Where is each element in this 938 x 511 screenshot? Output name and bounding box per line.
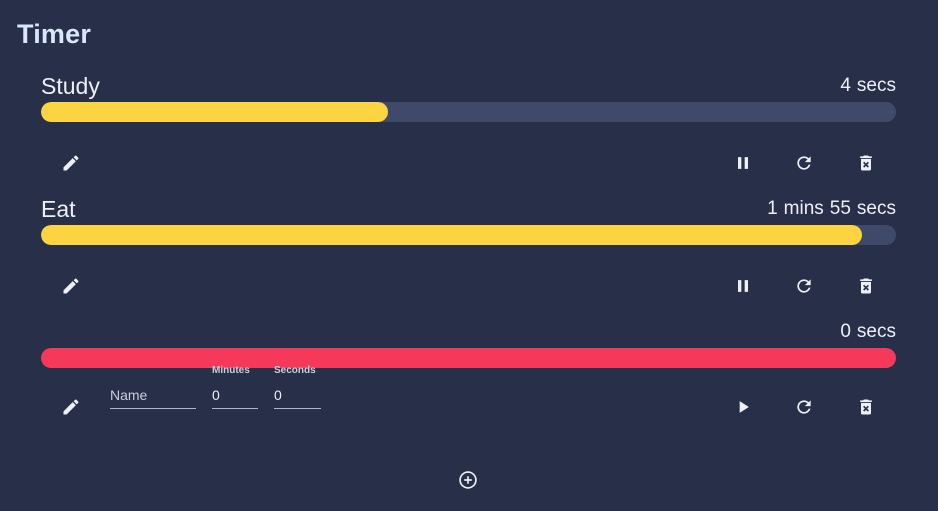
timer-header: 0 secs: [41, 317, 896, 347]
reset-button[interactable]: [787, 390, 821, 424]
delete-button[interactable]: [849, 146, 883, 180]
pause-icon: [738, 157, 748, 169]
edit-button[interactable]: [54, 146, 88, 180]
pause-button[interactable]: [726, 269, 760, 303]
progress-fill: [41, 225, 862, 245]
edit-button[interactable]: [54, 269, 88, 303]
refresh-icon: [797, 156, 811, 170]
timer-card-unnamed: 0 secs: [41, 317, 896, 368]
timer-header: Study 4 secs: [41, 71, 896, 101]
delete-button[interactable]: [849, 390, 883, 424]
time-unit: secs: [856, 321, 896, 342]
minutes-label: Minutes: [212, 365, 250, 376]
reset-button[interactable]: [787, 269, 821, 303]
progress-track: [41, 225, 896, 245]
timer-remaining: 4 secs: [840, 71, 896, 101]
refresh-icon: [797, 400, 811, 414]
time-unit: mins: [783, 198, 824, 219]
time-unit: secs: [856, 75, 896, 96]
timer-card-eat: Eat 1 mins 55 secs: [41, 194, 896, 245]
delete-button[interactable]: [849, 269, 883, 303]
seconds-field: Seconds: [274, 364, 321, 409]
add-timer-button[interactable]: [457, 469, 479, 491]
play-icon: [739, 401, 749, 413]
timer-header: Eat 1 mins 55 secs: [41, 194, 896, 224]
pencil-icon: [63, 155, 79, 171]
timer-controls-unnamed: Minutes Seconds: [41, 365, 896, 430]
time-value: 55: [829, 198, 851, 219]
timer-controls-study: [41, 146, 896, 186]
time-value: 1: [767, 198, 778, 219]
progress-fill: [41, 102, 389, 122]
delete-forever-icon: [860, 278, 872, 294]
time-value: 0: [840, 321, 851, 342]
timer-controls-eat: [41, 269, 896, 309]
time-unit: secs: [856, 198, 896, 219]
timer-remaining: 0 secs: [840, 317, 896, 347]
timer-card-study: Study 4 secs: [41, 71, 896, 122]
minutes-field: Minutes: [212, 364, 258, 409]
timer-name: Eat: [41, 196, 76, 222]
add-circle-icon: [459, 471, 477, 489]
timer-remaining: 1 mins 55 secs: [767, 194, 896, 224]
progress-track: [41, 102, 896, 122]
edit-button[interactable]: [54, 390, 88, 424]
reset-button[interactable]: [787, 146, 821, 180]
pause-button[interactable]: [726, 146, 760, 180]
seconds-input[interactable]: [274, 382, 321, 409]
pencil-icon: [63, 278, 79, 294]
minutes-input[interactable]: [212, 382, 258, 409]
refresh-icon: [797, 279, 811, 293]
play-button[interactable]: [726, 390, 760, 424]
name-field: [110, 364, 196, 409]
time-value: 4: [840, 75, 851, 96]
pencil-icon: [63, 399, 79, 415]
page-title: Timer: [17, 19, 92, 49]
name-input[interactable]: [110, 382, 196, 409]
timer-name: Study: [41, 73, 100, 99]
delete-forever-icon: [860, 155, 872, 171]
pause-icon: [738, 280, 748, 292]
delete-forever-icon: [860, 399, 872, 415]
seconds-label: Seconds: [274, 365, 316, 376]
